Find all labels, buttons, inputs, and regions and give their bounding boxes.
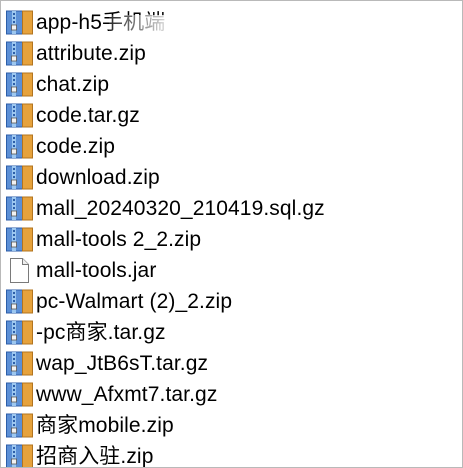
file-name: mall-tools 2_2.zip [36,228,202,251]
file-name: app-h5手机端 [36,11,166,34]
file-row-merchant-onboarding-zip[interactable]: 招商入驻.zip [1,441,462,468]
file-name: 招商入驻.zip [36,445,154,468]
zip-archive-icon [6,165,33,190]
zip-archive-icon [6,444,33,467]
file-row-code-tar-gz[interactable]: code.tar.gz [1,100,462,131]
zip-archive-icon [6,103,33,128]
file-name: code.zip [36,135,116,158]
file-row-mall-tools-2-2-zip[interactable]: mall-tools 2_2.zip [1,224,462,255]
file-row-download-zip[interactable]: download.zip [1,162,462,193]
zip-archive-icon [6,289,33,314]
file-row-pc-merchant-tar-gz[interactable]: -pc商家.tar.gz [1,317,462,348]
zip-archive-icon [6,41,33,66]
zip-archive-icon [6,382,33,407]
file-row-attribute-zip[interactable]: attribute.zip [1,38,462,69]
file-name: mall-tools.jar [36,259,157,282]
zip-archive-icon [6,134,33,159]
file-name: -pc商家.tar.gz [36,321,166,344]
zip-archive-icon [6,227,33,252]
zip-archive-icon [6,320,33,345]
file-name: pc-Walmart (2)_2.zip [36,290,233,313]
file-row-app-h5[interactable]: app-h5手机端 [1,7,462,39]
file-list: app-h5手机端 attribute.zip chat.zip code.ta… [1,7,462,468]
file-name: wap_JtB6sT.tar.gz [36,352,209,375]
file-name: code.tar.gz [36,104,140,127]
file-row-mall-tools-jar[interactable]: mall-tools.jar [1,255,462,286]
file-explorer-list-pane: app-h5手机端 attribute.zip chat.zip code.ta… [0,0,463,468]
file-row-www-tar-gz[interactable]: www_Afxmt7.tar.gz [1,379,462,410]
zip-archive-icon [6,196,33,221]
file-row-chat-zip[interactable]: chat.zip [1,69,462,100]
file-name: www_Afxmt7.tar.gz [36,383,218,406]
file-row-merchant-mobile-zip[interactable]: 商家mobile.zip [1,410,462,441]
file-row-mall-sql-gz[interactable]: mall_20240320_210419.sql.gz [1,193,462,224]
file-name: mall_20240320_210419.sql.gz [36,197,325,220]
file-name: download.zip [36,166,160,189]
zip-archive-icon [6,10,33,35]
zip-archive-icon [6,413,33,438]
file-row-code-zip[interactable]: code.zip [1,131,462,162]
zip-archive-icon [6,351,33,376]
file-name: 商家mobile.zip [36,414,174,437]
file-name: chat.zip [36,73,110,96]
zip-archive-icon [6,72,33,97]
file-name: attribute.zip [36,42,146,65]
file-row-wap-tar-gz[interactable]: wap_JtB6sT.tar.gz [1,348,462,379]
blank-file-icon [10,258,29,283]
file-row-pc-walmart-zip[interactable]: pc-Walmart (2)_2.zip [1,286,462,317]
